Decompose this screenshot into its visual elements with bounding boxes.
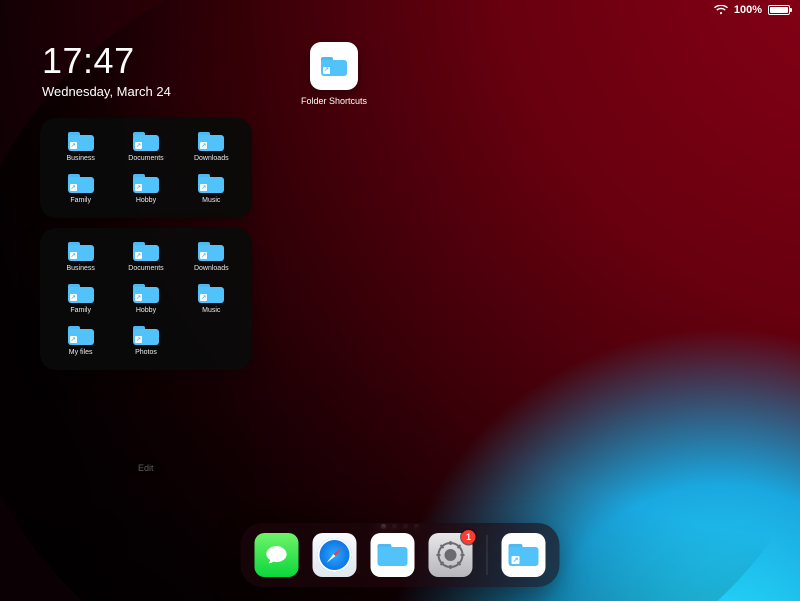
widget-item[interactable]: Documents	[113, 128, 178, 170]
dock-app-messages[interactable]	[255, 533, 299, 577]
folder-shortcuts-icon	[310, 42, 358, 90]
folder-shortcuts-widget-small[interactable]: Business Documents Downloads Family Hobb…	[40, 118, 252, 218]
dock-app-files[interactable]	[371, 533, 415, 577]
clock-time: 17:47	[42, 40, 171, 82]
folder-shortcuts-widget-large[interactable]: Business Documents Downloads Family Hobb…	[40, 228, 252, 370]
widget-item[interactable]: Documents	[113, 238, 178, 280]
clock-widget: 17:47 Wednesday, March 24	[42, 40, 171, 99]
today-widgets-column: Business Documents Downloads Family Hobb…	[40, 118, 252, 380]
notification-badge: 1	[462, 530, 476, 544]
dock-app-settings[interactable]: 1	[429, 533, 473, 577]
widget-item[interactable]: Music	[179, 170, 244, 212]
wifi-icon	[714, 5, 728, 15]
widget-item[interactable]: Business	[48, 128, 113, 170]
battery-percent: 100%	[734, 4, 762, 16]
widget-item[interactable]: Hobby	[113, 170, 178, 212]
widget-item[interactable]: Downloads	[179, 238, 244, 280]
clock-date: Wednesday, March 24	[42, 84, 171, 99]
dock: 1	[241, 523, 560, 587]
dock-app-folder-shortcuts[interactable]	[502, 533, 546, 577]
widget-item[interactable]: Photos	[113, 322, 178, 364]
widget-item[interactable]: Family	[48, 170, 113, 212]
status-bar: 100%	[714, 4, 790, 16]
widget-item[interactable]: Music	[179, 280, 244, 322]
app-folder-shortcuts[interactable]: Folder Shortcuts	[294, 42, 374, 106]
widget-item[interactable]: My files	[48, 322, 113, 364]
widget-item[interactable]: Hobby	[113, 280, 178, 322]
edit-widgets-button[interactable]: Edit	[128, 460, 164, 476]
dock-app-safari[interactable]	[313, 533, 357, 577]
widget-item[interactable]: Downloads	[179, 128, 244, 170]
widget-item[interactable]: Family	[48, 280, 113, 322]
dock-divider	[487, 535, 488, 575]
app-label: Folder Shortcuts	[294, 96, 374, 106]
widget-item[interactable]: Business	[48, 238, 113, 280]
battery-icon	[768, 5, 790, 15]
